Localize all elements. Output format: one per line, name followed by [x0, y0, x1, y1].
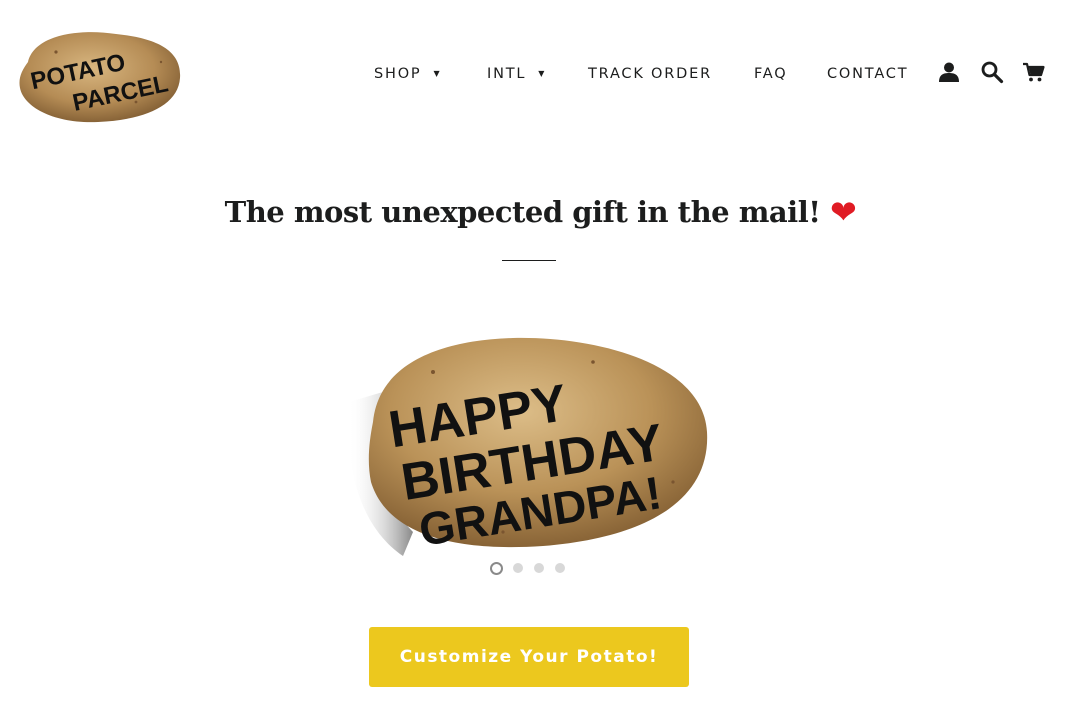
slide-dot-2[interactable] — [513, 563, 523, 573]
chevron-down-icon: ▼ — [538, 68, 545, 78]
nav-intl[interactable]: INTL ▼ — [487, 62, 544, 86]
nav-intl-label: INTL — [487, 66, 527, 82]
slide-dot-3[interactable] — [534, 563, 544, 573]
account-icon[interactable] — [937, 60, 961, 84]
customize-potato-button[interactable]: Customize Your Potato! — [369, 627, 689, 687]
main-nav: SHOP ▼ INTL ▼ TRACK ORDER FAQ CONTACT — [0, 62, 1081, 86]
cart-icon[interactable] — [1022, 60, 1046, 84]
hero-headline: The most unexpected gift in the mail! ❤ — [0, 192, 1081, 231]
hero-headline-text: The most unexpected gift in the mail! — [224, 195, 821, 229]
hero-slide-image[interactable]: HAPPY BIRTHDAY GRANDPA! — [343, 332, 715, 560]
nav-shop-label: SHOP — [374, 66, 422, 82]
potato-product-image: HAPPY BIRTHDAY GRANDPA! — [348, 337, 708, 556]
heart-icon: ❤ — [830, 193, 857, 231]
slideshow-dots — [490, 561, 576, 575]
search-icon[interactable] — [980, 60, 1004, 84]
nav-contact-label: CONTACT — [827, 66, 909, 82]
nav-contact[interactable]: CONTACT — [827, 62, 908, 86]
headline-divider — [502, 260, 556, 261]
nav-shop[interactable]: SHOP ▼ — [374, 62, 440, 86]
nav-track-order[interactable]: TRACK ORDER — [588, 62, 712, 86]
slide-dot-1[interactable] — [490, 561, 503, 575]
nav-track-order-label: TRACK ORDER — [588, 66, 712, 82]
chevron-down-icon: ▼ — [433, 68, 440, 78]
nav-faq[interactable]: FAQ — [754, 62, 788, 86]
slide-dot-4[interactable] — [555, 563, 565, 573]
nav-faq-label: FAQ — [754, 66, 788, 82]
